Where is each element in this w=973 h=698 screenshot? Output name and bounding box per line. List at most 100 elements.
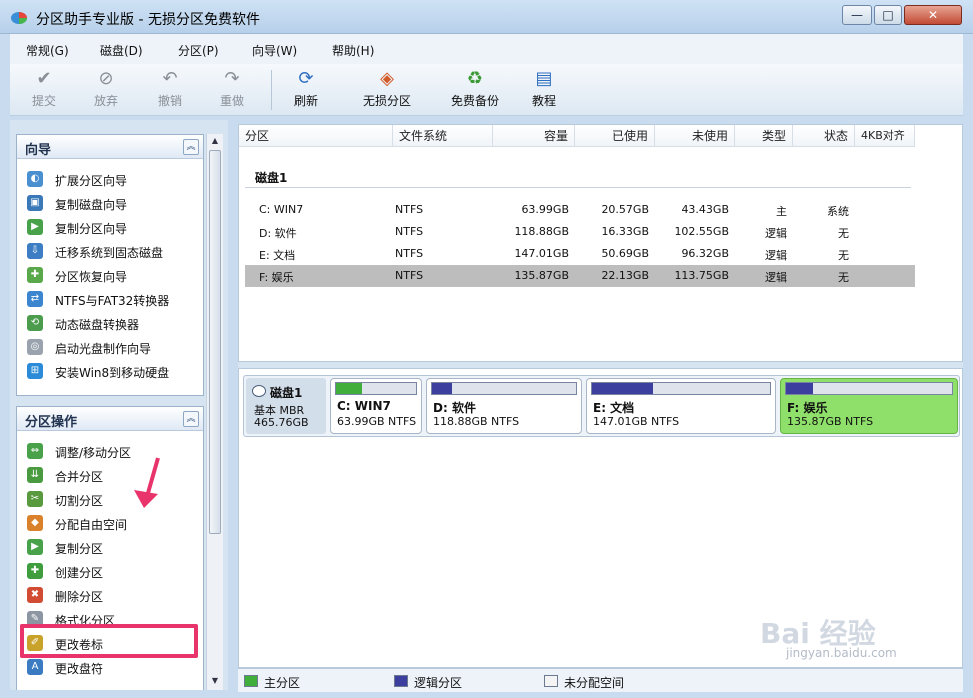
disk-1-row: 磁盘1 基本 MBR 465.76GB C: WIN7 63.99GB NTFS… [243, 375, 960, 437]
unallocated-swatch [544, 675, 558, 687]
wizard-boot-cd[interactable]: ◎ 启动光盘制作向导 [27, 337, 197, 357]
disk-1-info[interactable]: 磁盘1 基本 MBR 465.76GB [246, 378, 326, 434]
logical-swatch [394, 675, 408, 687]
window-title: 分区助手专业版 - 无损分区免费软件 [36, 12, 260, 28]
col-filesystem[interactable]: 文件系统 [393, 125, 493, 147]
create-icon: ✚ [27, 563, 43, 579]
toolbar-separator [271, 70, 272, 110]
table-row-selected[interactable]: F: 娱乐 NTFS 135.87GB 22.13GB 113.75GB 逻辑 … [245, 265, 915, 287]
partition-ops-header[interactable]: 分区操作 ︽ [17, 407, 203, 431]
wizard-dynamic-disk[interactable]: ⟲ 动态磁盘转换器 [27, 313, 197, 333]
maximize-button[interactable]: □ [874, 5, 902, 25]
wizard-copy-partition[interactable]: ▶ 复制分区向导 [27, 217, 197, 237]
redo-button[interactable]: ↷ 重做 [200, 68, 264, 112]
discard-button[interactable]: ⊘ 放弃 [74, 68, 138, 112]
undo-button[interactable]: ↶ 撤销 [138, 68, 202, 112]
op-change-drive-letter[interactable]: A 更改盘符 [27, 657, 197, 677]
title-bar: 分区助手专业版 - 无损分区免费软件 — □ ✕ [0, 0, 973, 34]
primary-swatch [244, 675, 258, 687]
left-panel-scrollbar[interactable]: ▲ ▼ [206, 134, 223, 690]
scroll-thumb[interactable] [209, 150, 221, 534]
commit-button[interactable]: ✔ 提交 [12, 68, 76, 112]
collapse-icon[interactable]: ︽ [183, 139, 199, 155]
wizard-ntfs-fat32[interactable]: ⇄ NTFS与FAT32转换器 [27, 289, 197, 309]
app-logo-icon [11, 12, 27, 24]
col-used[interactable]: 已使用 [575, 125, 655, 147]
partition-block-c[interactable]: C: WIN7 63.99GB NTFS [330, 378, 422, 434]
table-row[interactable]: C: WIN7 NTFS 63.99GB 20.57GB 43.43GB 主 系… [245, 199, 915, 221]
col-partition[interactable]: 分区 [239, 125, 393, 147]
scroll-up-icon[interactable]: ▲ [207, 134, 223, 148]
menu-partition[interactable]: 分区(P) [178, 42, 219, 59]
op-allocate-free-space[interactable]: ◆ 分配自由空间 [27, 513, 197, 533]
collapse-icon[interactable]: ︽ [183, 411, 199, 427]
op-delete-partition[interactable]: ✖ 删除分区 [27, 585, 197, 605]
dynamic-disk-icon: ⟲ [27, 315, 43, 331]
lossless-partition-button[interactable]: ◈ 无损分区 [350, 68, 424, 112]
legend-bar: 主分区 逻辑分区 未分配空间 [238, 668, 963, 692]
usage-fill [592, 383, 653, 394]
wizard-copy-disk[interactable]: ▣ 复制磁盘向导 [27, 193, 197, 213]
windows-icon: ⊞ [27, 363, 43, 379]
refresh-button[interactable]: ⟳ 刷新 [274, 68, 338, 112]
col-status[interactable]: 状态 [793, 125, 855, 147]
usage-fill [432, 383, 453, 394]
copy-icon: ▶ [27, 539, 43, 555]
usage-fill [336, 383, 362, 394]
wizard-group-title: 向导 [25, 143, 52, 158]
col-4k-align[interactable]: 4KB对齐 [855, 125, 915, 147]
refresh-icon: ⟳ [298, 68, 314, 89]
menu-wizard[interactable]: 向导(W) [252, 42, 297, 59]
wizard-group-header[interactable]: 向导 ︽ [17, 135, 203, 159]
copy-disk-icon: ▣ [27, 195, 43, 211]
split-icon: ✂ [27, 491, 43, 507]
minimize-button[interactable]: — [842, 5, 872, 25]
menu-disk[interactable]: 磁盘(D) [100, 42, 143, 59]
partition-block-f[interactable]: F: 娱乐 135.87GB NTFS [780, 378, 958, 434]
menu-bar: 常规(G) 磁盘(D) 分区(P) 向导(W) 帮助(H) [10, 34, 963, 64]
op-split[interactable]: ✂ 切割分区 [27, 489, 197, 509]
tutorial-button[interactable]: ▤ 教程 [512, 68, 576, 112]
discard-icon: ⊘ [98, 68, 114, 89]
usage-bar [431, 382, 577, 395]
cd-icon: ◎ [27, 339, 43, 355]
scroll-down-icon[interactable]: ▼ [207, 674, 223, 688]
partition-ops-title: 分区操作 [25, 415, 78, 430]
partition-table: 分区 文件系统 容量 已使用 未使用 类型 状态 4KB对齐 磁盘1 C: WI… [238, 124, 963, 362]
highlight-annotation [20, 624, 198, 658]
recover-icon: ✚ [27, 267, 43, 283]
resize-icon: ⇔ [27, 443, 43, 459]
disk-group-label: 磁盘1 [255, 171, 288, 185]
convert-icon: ⇄ [27, 291, 43, 307]
drive-letter-icon: A [27, 659, 43, 675]
merge-icon: ⇊ [27, 467, 43, 483]
table-row[interactable]: E: 文档 NTFS 147.01GB 50.69GB 96.32GB 逻辑 无 [245, 243, 915, 265]
menu-help[interactable]: 帮助(H) [332, 42, 374, 59]
col-free[interactable]: 未使用 [655, 125, 735, 147]
wizard-migrate-ssd[interactable]: ⇩ 迁移系统到固态磁盘 [27, 241, 197, 261]
partition-block-d[interactable]: D: 软件 118.88GB NTFS [426, 378, 582, 434]
backup-icon: ♻ [466, 68, 484, 89]
op-create-partition[interactable]: ✚ 创建分区 [27, 561, 197, 581]
op-copy-partition[interactable]: ▶ 复制分区 [27, 537, 197, 557]
wizard-win8-usb[interactable]: ⊞ 安装Win8到移动硬盘 [27, 361, 197, 381]
col-capacity[interactable]: 容量 [493, 125, 575, 147]
extend-icon: ◐ [27, 171, 43, 187]
menu-general[interactable]: 常规(G) [26, 42, 69, 59]
close-button[interactable]: ✕ [904, 5, 962, 25]
delete-icon: ✖ [27, 587, 43, 603]
wizard-extend-partition[interactable]: ◐ 扩展分区向导 [27, 169, 197, 189]
partition-block-e[interactable]: E: 文档 147.01GB NTFS [586, 378, 776, 434]
checkmark-icon: ✔ [36, 68, 52, 89]
usage-fill [786, 383, 813, 394]
migrate-icon: ⇩ [27, 243, 43, 259]
op-merge[interactable]: ⇊ 合并分区 [27, 465, 197, 485]
table-row[interactable]: D: 软件 NTFS 118.88GB 16.33GB 102.55GB 逻辑 … [245, 221, 915, 243]
op-resize-move[interactable]: ⇔ 调整/移动分区 [27, 441, 197, 461]
free-backup-button[interactable]: ♻ 免费备份 [438, 68, 512, 112]
col-type[interactable]: 类型 [735, 125, 793, 147]
wizard-recover-partition[interactable]: ✚ 分区恢复向导 [27, 265, 197, 285]
undo-icon: ↶ [162, 68, 178, 89]
allocate-icon: ◆ [27, 515, 43, 531]
baidu-watermark-url: jingyan.baidu.com [786, 646, 897, 660]
